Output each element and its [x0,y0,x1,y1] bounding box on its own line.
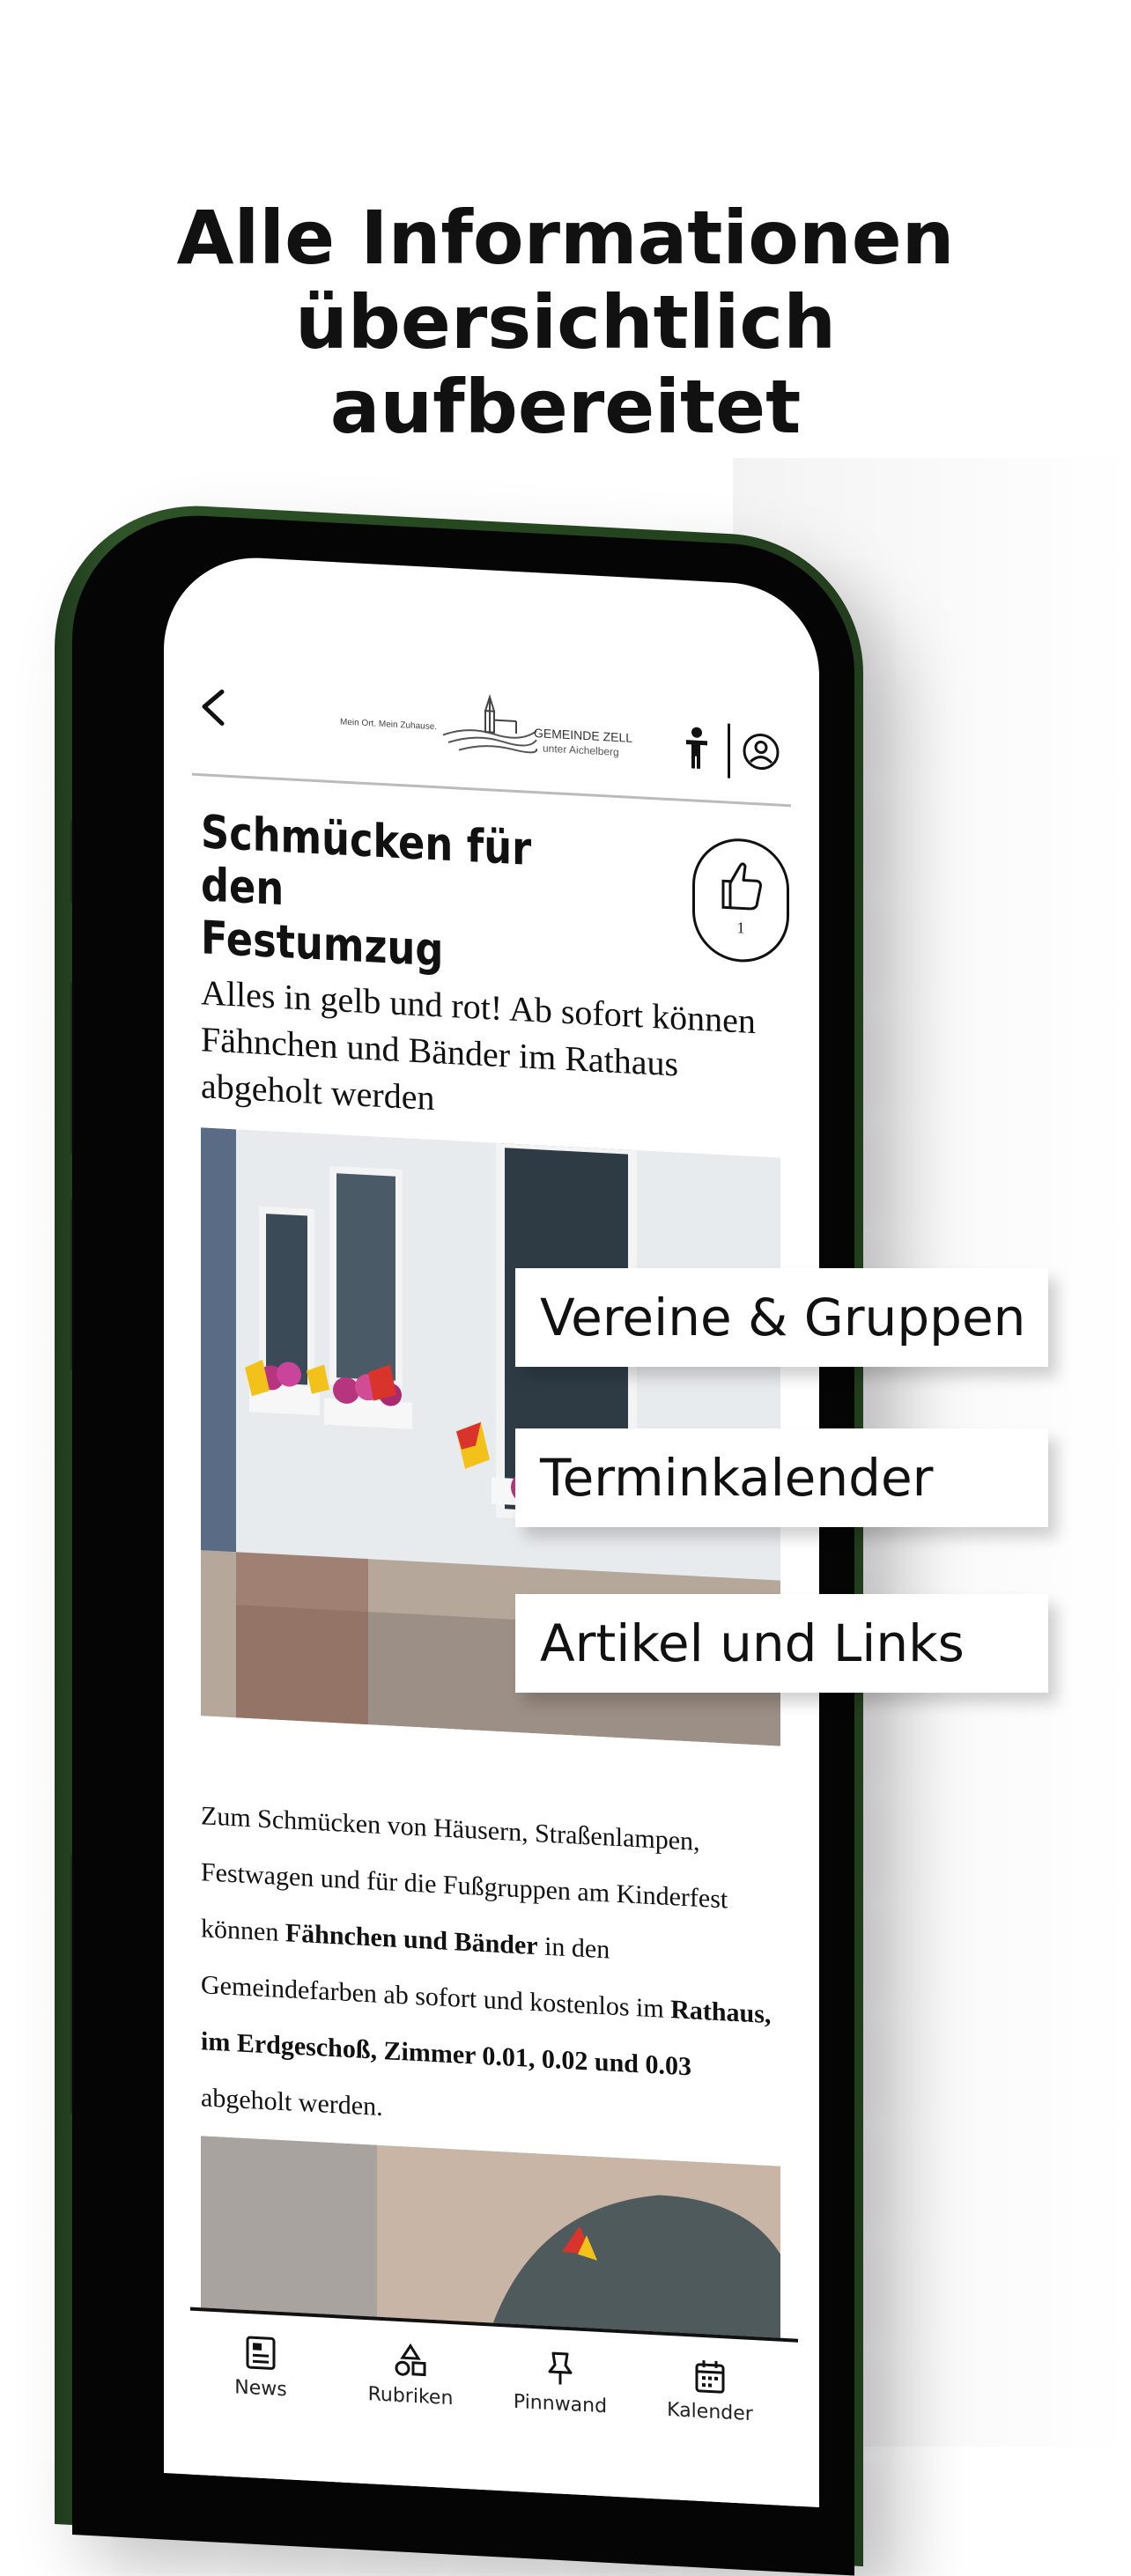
headline-line-1: Alle Informationen [176,195,955,281]
body-bold-1: Fähnchen und Bänder [285,1918,538,1961]
accessibility-icon[interactable] [684,726,710,771]
article-title-line-1: Schmücken für den [201,806,532,917]
header-rule [192,772,791,808]
article-lead: Alles in gelb und rot! Ab sofort können … [201,972,756,1118]
newspaper-icon [246,2336,276,2370]
body-part-3: abgeholt werden. [201,2083,383,2122]
headline-line-2: übersichtlich [294,279,837,365]
tab-kalender[interactable]: Kalender [648,2356,772,2426]
callout-artikel-links: Artikel und Links [515,1594,1048,1693]
like-count: 1 [736,919,745,937]
tab-pinnwand[interactable]: Pinnwand [499,2348,622,2418]
like-button[interactable]: 1 [692,836,789,965]
tab-news[interactable]: News [199,2332,322,2403]
page-headline: Alle Informationen übersichtlich aufbere… [0,196,1131,449]
municipality-logo[interactable]: Mein Ort. Mein Zuhause. GEMEINDE ZELL un… [340,685,648,771]
article-title: Schmücken für den Festumzug [201,806,595,985]
article-body: Zum Schmücken von Häusern, Straßenlampen… [201,1788,782,2157]
calendar-icon [695,2360,725,2394]
tab-bar: News Rubriken Pinnwand Kalender [190,2307,798,2507]
tab-label-rubriken: Rubriken [367,2383,454,2410]
logo-subtitle: unter Aichelberg [543,742,619,759]
header-divider [728,723,730,779]
headline-line-3: aufbereitet [329,364,802,450]
tab-label-kalender: Kalender [667,2398,753,2426]
body-part-1: Zum Schmücken von Häusern, Straßenlampen… [201,1801,728,1948]
profile-icon[interactable] [742,731,780,771]
back-chevron-icon[interactable] [197,687,229,727]
tab-rubriken[interactable]: Rubriken [349,2340,472,2410]
callout-vereine-gruppen: Vereine & Gruppen [515,1268,1048,1367]
phone-screen: Mein Ort. Mein Zuhause. GEMEINDE ZELL un… [164,553,819,2507]
callout-terminkalender: Terminkalender [515,1428,1048,1527]
tab-label-pinnwand: Pinnwand [513,2390,608,2418]
tab-label-news: News [234,2376,287,2402]
thumbs-up-icon [721,862,762,911]
pin-icon [548,2351,573,2385]
logo-tagline: Mein Ort. Mein Zuhause. [340,717,438,733]
categories-icon [395,2343,426,2377]
church-skyline-icon [442,694,538,754]
